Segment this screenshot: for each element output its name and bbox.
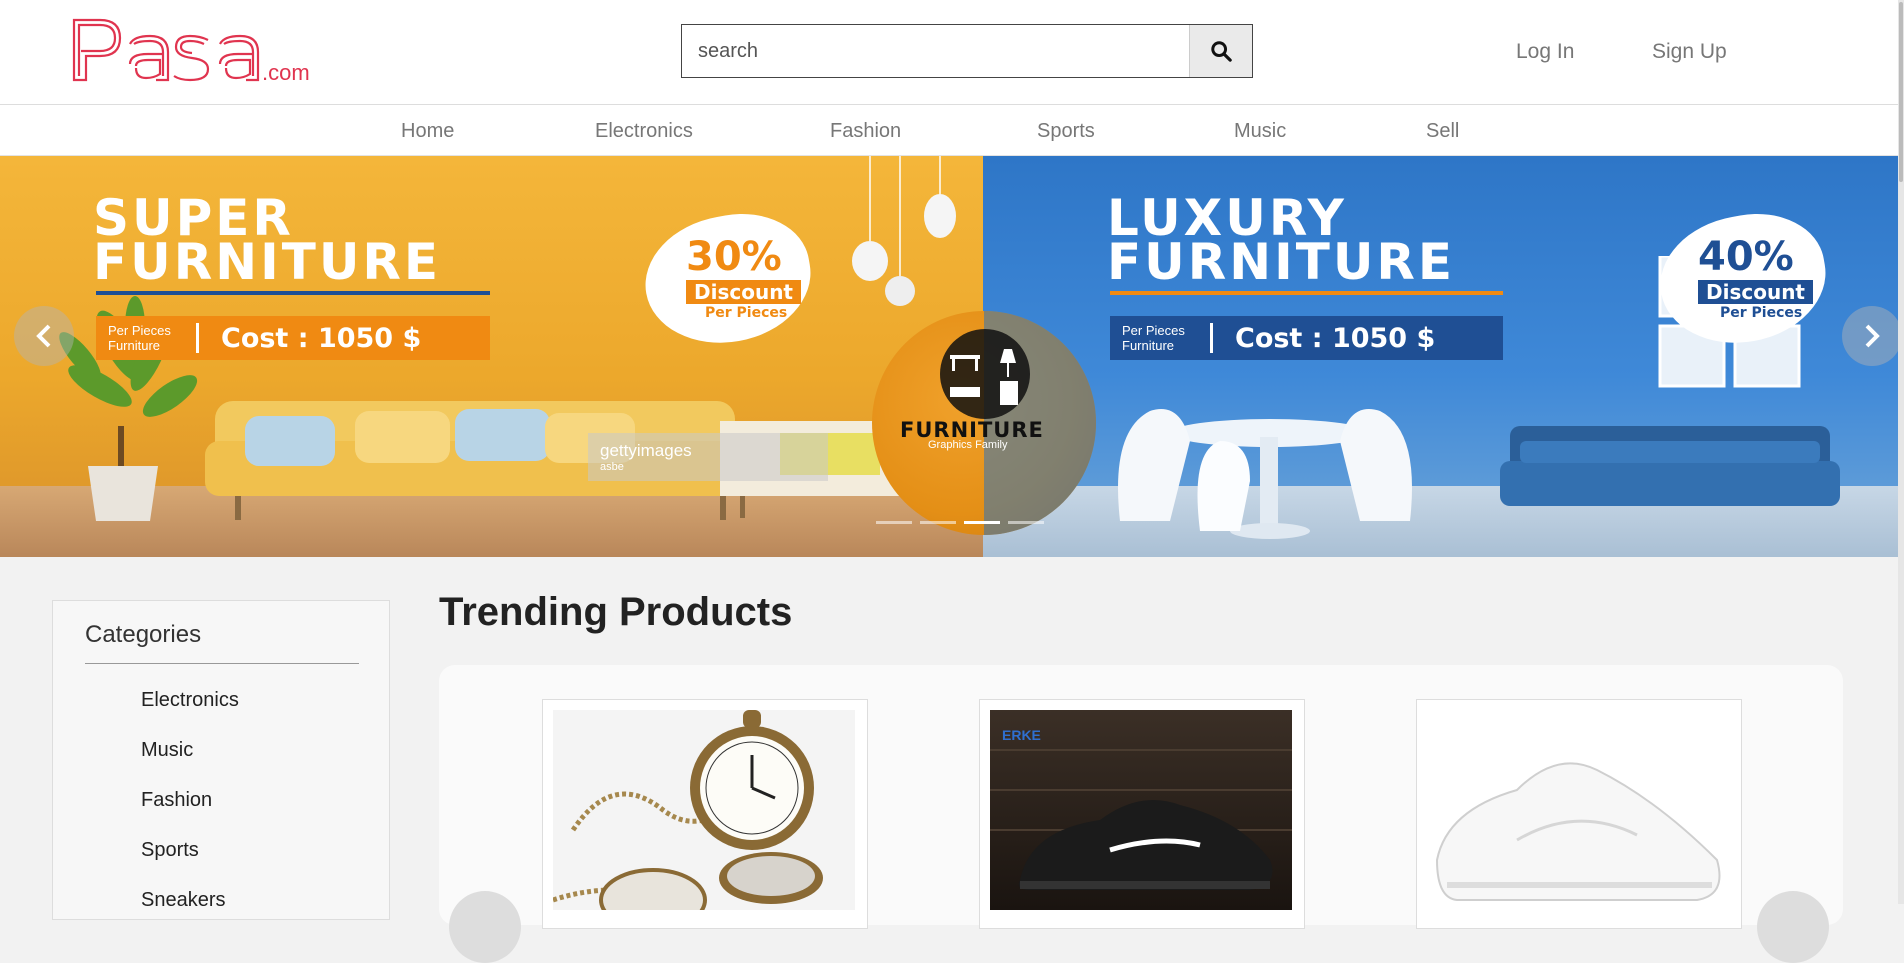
chevron-left-icon — [36, 324, 51, 348]
banner-right-discount-pct: 40% — [1698, 234, 1794, 280]
hero-carousel: SUPER FURNITURE Per Pieces Furniture Cos… — [0, 156, 1900, 557]
nav-item-sell[interactable]: Sell — [1426, 120, 1459, 143]
nav-item-music[interactable]: Music — [1234, 120, 1286, 143]
white-sneaker-image — [1435, 762, 1721, 901]
product-card[interactable]: ERKE — [979, 699, 1305, 929]
banner-left-discount-per: Per Pieces — [705, 305, 788, 321]
nav-item-electronics[interactable]: Electronics — [595, 120, 693, 143]
product-card[interactable] — [542, 699, 868, 929]
categories-title: Categories — [85, 621, 202, 648]
scrollbar-thumb[interactable] — [1899, 2, 1903, 182]
login-link[interactable]: Log In — [1516, 40, 1574, 64]
product-image-white-sneaker — [1427, 710, 1729, 910]
banner-right-discount-label: Discount — [1698, 280, 1813, 304]
furniture-badge-sub: Graphics Family — [928, 439, 1008, 451]
dining-set-image — [1118, 409, 1840, 539]
pocket-watch-image — [553, 710, 823, 910]
search-button[interactable] — [1189, 25, 1252, 77]
product-image-black-running-shoe: ERKE — [990, 710, 1292, 910]
carousel-indicator[interactable] — [876, 521, 912, 524]
header: .com Log In Sign Up — [0, 0, 1904, 105]
category-item-fashion[interactable]: Fashion — [141, 789, 212, 812]
site-logo[interactable]: .com — [70, 14, 350, 86]
chevron-right-icon — [1865, 324, 1880, 348]
main-nav: Home Electronics Fashion Sports Music Se… — [0, 105, 1904, 156]
banner-right-discount-per: Per Pieces — [1720, 305, 1803, 321]
category-item-sneakers[interactable]: Sneakers — [141, 889, 226, 912]
furniture-icons — [940, 329, 1030, 419]
trending-title: Trending Products — [439, 590, 793, 634]
banner-left-discount-pct: 30% — [686, 234, 782, 280]
carousel-prev-button[interactable] — [14, 306, 74, 366]
search-icon — [1211, 41, 1232, 62]
signup-link[interactable]: Sign Up — [1652, 40, 1727, 64]
search-bar — [681, 24, 1253, 78]
carousel-indicator[interactable] — [920, 521, 956, 524]
categories-divider — [85, 663, 359, 664]
category-item-sports[interactable]: Sports — [141, 839, 199, 862]
banner-right-title: LUXURY FURNITURE — [1107, 189, 1456, 291]
product-card[interactable] — [1416, 699, 1742, 929]
banner-right-cost: Per Pieces Furniture Cost : 1050 $ — [1110, 316, 1503, 360]
scrollbar[interactable] — [1898, 0, 1904, 904]
carousel-indicator[interactable] — [1008, 521, 1044, 524]
pendant-lamps-image — [852, 156, 956, 306]
svg-text:ERKE: ERKE — [1002, 727, 1041, 743]
black-running-shoe-image: ERKE — [990, 727, 1292, 890]
banner-left-rule — [96, 291, 490, 295]
trending-next-button[interactable] — [1757, 891, 1829, 963]
category-item-music[interactable]: Music — [141, 739, 193, 762]
nav-item-sports[interactable]: Sports — [1037, 120, 1095, 143]
categories-panel: Categories Electronics Music Fashion Spo… — [52, 600, 390, 920]
carousel-indicators — [876, 521, 1044, 524]
product-image-pocket-watch — [553, 710, 855, 910]
search-input[interactable] — [682, 25, 1192, 77]
banner-right-rule — [1110, 291, 1503, 295]
carousel-indicator-active[interactable] — [964, 521, 1000, 524]
nav-item-home[interactable]: Home — [401, 120, 454, 143]
getty-watermark: gettyimages asbe — [588, 433, 828, 481]
trending-carousel: ERKE — [439, 665, 1843, 963]
trending-prev-button[interactable] — [449, 891, 521, 963]
banner-left-cost: Per Pieces Furniture Cost : 1050 $ — [96, 316, 490, 360]
nav-item-fashion[interactable]: Fashion — [830, 120, 901, 143]
svg-text:.com: .com — [262, 60, 310, 85]
banner-left-discount-label: Discount — [686, 280, 801, 304]
category-item-electronics[interactable]: Electronics — [141, 689, 239, 712]
carousel-next-button[interactable] — [1842, 306, 1900, 366]
banner-left-title: SUPER FURNITURE — [93, 189, 442, 291]
